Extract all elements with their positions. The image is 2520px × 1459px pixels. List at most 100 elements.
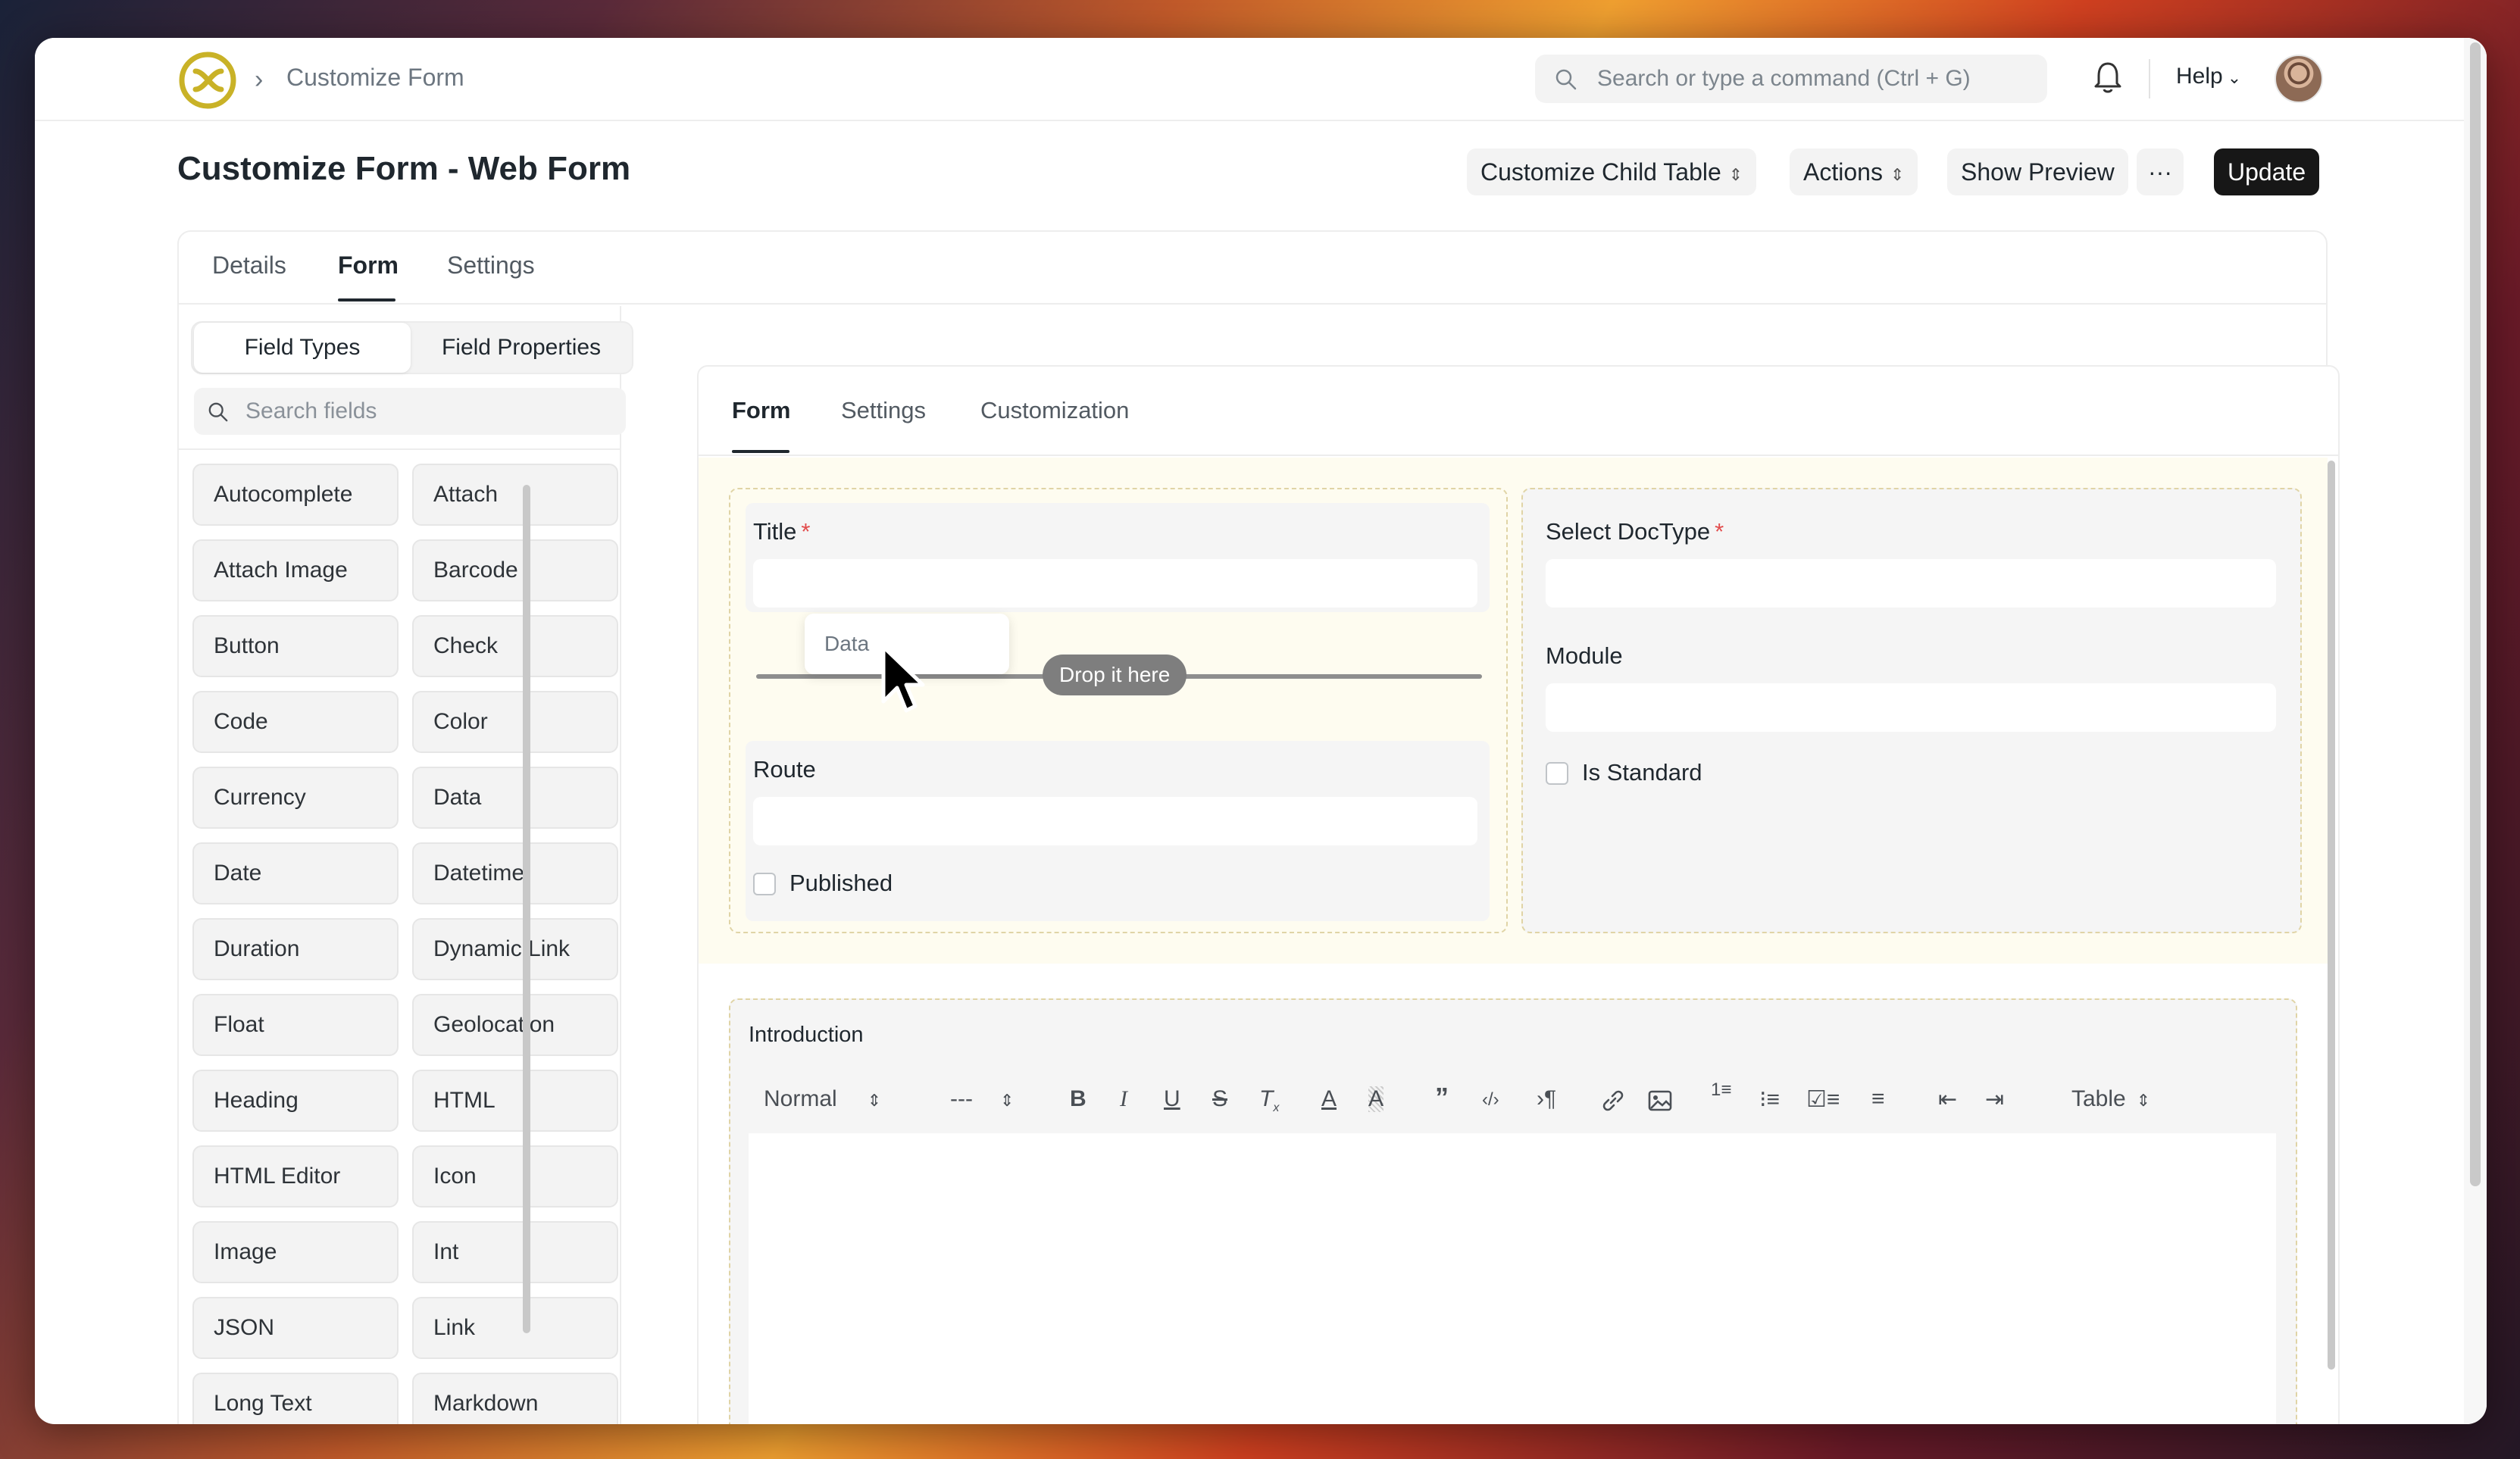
window-scrollbar[interactable] xyxy=(2464,38,2487,1424)
window-scrollbar-thumb[interactable] xyxy=(2470,42,2481,1186)
builder-tab-settings[interactable]: Settings xyxy=(841,397,926,424)
clear-format-icon[interactable]: Tx xyxy=(1259,1086,1279,1115)
text-color-icon[interactable]: A xyxy=(1321,1086,1337,1112)
field-type-code[interactable]: Code xyxy=(192,691,399,753)
module-input[interactable] xyxy=(1546,683,2276,732)
field-type-button[interactable]: Button xyxy=(192,615,399,677)
introduction-label: Introduction xyxy=(749,1023,864,1047)
builder-tabs: Form Settings Customization xyxy=(699,367,2338,456)
field-type-currency[interactable]: Currency xyxy=(192,767,399,829)
builder-tab-form[interactable]: Form xyxy=(732,397,791,424)
notification-bell-icon[interactable] xyxy=(2093,61,2123,94)
drop-it-here-pill: Drop it here xyxy=(1043,655,1187,695)
introduction-editor[interactable] xyxy=(749,1133,2276,1424)
blockquote-icon[interactable]: ” xyxy=(1435,1082,1449,1114)
show-preview-button[interactable]: Show Preview xyxy=(1947,148,2128,195)
field-type-attach-image[interactable]: Attach Image xyxy=(192,539,399,601)
builder-tab-customization[interactable]: Customization xyxy=(980,397,1129,424)
active-tab-indicator xyxy=(338,298,396,301)
updown-chevron-icon: ⇕ xyxy=(1728,165,1743,184)
customize-child-table-button[interactable]: Customize Child Table ⇕ xyxy=(1467,148,1757,195)
segment-field-types[interactable]: Field Types xyxy=(194,323,411,373)
checklist-icon[interactable]: ☑≡ xyxy=(1806,1086,1840,1113)
link-icon[interactable] xyxy=(1600,1089,1626,1112)
customize-child-table-label: Customize Child Table xyxy=(1480,158,1721,186)
field-type-json[interactable]: JSON xyxy=(192,1297,399,1359)
field-type-date[interactable]: Date xyxy=(192,842,399,904)
update-button[interactable]: Update xyxy=(2214,148,2320,195)
title-input[interactable] xyxy=(753,559,1477,608)
field-type-markdown[interactable]: Markdown xyxy=(412,1373,618,1424)
field-type-heading[interactable]: Heading xyxy=(192,1070,399,1132)
field-type-int[interactable]: Int xyxy=(412,1221,618,1283)
field-type-check[interactable]: Check xyxy=(412,615,618,677)
is-standard-label: Is Standard xyxy=(1582,759,1702,786)
actions-label: Actions xyxy=(1803,158,1883,186)
field-type-barcode[interactable]: Barcode xyxy=(412,539,618,601)
field-sidebar: Field Types Field Properties Search fiel… xyxy=(179,306,633,1424)
actions-button[interactable]: Actions ⇕ xyxy=(1790,148,1918,195)
search-fields-input[interactable]: Search fields xyxy=(194,388,626,435)
form-column-right: Select DocType * Module Is Standard xyxy=(1521,488,2302,933)
field-type-autocomplete[interactable]: Autocomplete xyxy=(192,464,399,526)
field-type-geolocation[interactable]: Geolocation xyxy=(412,994,618,1056)
select-doctype-label: Select DocType * xyxy=(1546,518,1724,545)
help-dropdown[interactable]: Help ⌄ xyxy=(2176,64,2241,89)
chevron-down-icon: ⌄ xyxy=(2227,68,2242,87)
introduction-section: Introduction Normal ⇕ --- ⇕ B I U S Tx A A… xyxy=(729,998,2297,1424)
rich-text-toolbar: Normal ⇕ --- ⇕ B I U S Tx A A ” ‹/› ›¶ 1≡ … xyxy=(749,1068,2276,1133)
code-block-icon[interactable]: ‹/› xyxy=(1482,1089,1499,1111)
field-type-link[interactable]: Link xyxy=(412,1297,618,1359)
tab-settings[interactable]: Settings xyxy=(447,251,535,280)
select-doctype-label-text: Select DocType xyxy=(1546,518,1711,545)
text-style-select[interactable]: Normal ⇕ xyxy=(764,1086,881,1112)
field-type-duration[interactable]: Duration xyxy=(192,918,399,980)
field-type-float[interactable]: Float xyxy=(192,994,399,1056)
updown-chevron-icon: ⇕ xyxy=(999,1091,1015,1110)
ordered-list-icon[interactable]: 1≡ xyxy=(1711,1081,1731,1099)
tab-form[interactable]: Form xyxy=(338,251,399,280)
field-type-datetime[interactable]: Datetime xyxy=(412,842,618,904)
search-icon xyxy=(208,402,228,422)
field-type-html-editor[interactable]: HTML Editor xyxy=(192,1145,399,1208)
module-label: Module xyxy=(1546,642,1623,669)
text-direction-icon[interactable]: ›¶ xyxy=(1537,1086,1556,1112)
italic-icon[interactable]: I xyxy=(1120,1086,1127,1112)
form-builder: Form Settings Customization Title * Route… xyxy=(697,365,2340,1424)
published-checkbox[interactable] xyxy=(753,873,776,895)
field-type-data[interactable]: Data xyxy=(412,767,618,829)
command-search-input[interactable]: Search or type a command (Ctrl + G) xyxy=(1535,55,2047,103)
field-type-long-text[interactable]: Long Text xyxy=(192,1373,399,1424)
table-select[interactable]: Table ⇕ xyxy=(2071,1086,2150,1112)
builder-scrollbar[interactable] xyxy=(2328,461,2335,1370)
font-size-select[interactable]: --- ⇕ xyxy=(950,1086,1014,1112)
outdent-icon[interactable]: ⇤ xyxy=(1938,1086,1957,1113)
app-logo-icon[interactable] xyxy=(179,52,236,109)
more-actions-button[interactable]: ··· xyxy=(2137,148,2184,195)
breadcrumb-customize-form[interactable]: Customize Form xyxy=(286,64,464,92)
app-window: › Customize Form Search or type a comman… xyxy=(35,38,2487,1424)
is-standard-checkbox[interactable] xyxy=(1546,762,1568,785)
field-type-color[interactable]: Color xyxy=(412,691,618,753)
field-type-attach[interactable]: Attach xyxy=(412,464,618,526)
strikethrough-icon[interactable]: S xyxy=(1212,1086,1227,1112)
user-avatar[interactable] xyxy=(2275,55,2323,103)
tab-details[interactable]: Details xyxy=(212,251,286,280)
segment-field-properties[interactable]: Field Properties xyxy=(412,323,630,373)
field-type-image[interactable]: Image xyxy=(192,1221,399,1283)
bullet-list-icon[interactable]: ⁝≡ xyxy=(1759,1086,1780,1113)
field-type-icon[interactable]: Icon xyxy=(412,1145,618,1208)
highlight-color-icon[interactable]: A xyxy=(1368,1086,1384,1112)
select-doctype-input[interactable] xyxy=(1546,559,2276,608)
indent-icon[interactable]: ⇥ xyxy=(1985,1086,2004,1113)
sidebar-scrollbar[interactable] xyxy=(523,485,530,1333)
field-type-html[interactable]: HTML xyxy=(412,1070,618,1132)
mouse-cursor-icon xyxy=(881,645,925,713)
underline-icon[interactable]: U xyxy=(1164,1086,1180,1112)
align-icon[interactable]: ≡ xyxy=(1871,1086,1885,1112)
bold-icon[interactable]: B xyxy=(1070,1086,1086,1112)
breadcrumb-chevron-icon: › xyxy=(255,65,264,94)
image-icon[interactable] xyxy=(1647,1089,1673,1112)
route-input[interactable] xyxy=(753,797,1477,845)
field-type-dynamic-link[interactable]: Dynamic Link xyxy=(412,918,618,980)
